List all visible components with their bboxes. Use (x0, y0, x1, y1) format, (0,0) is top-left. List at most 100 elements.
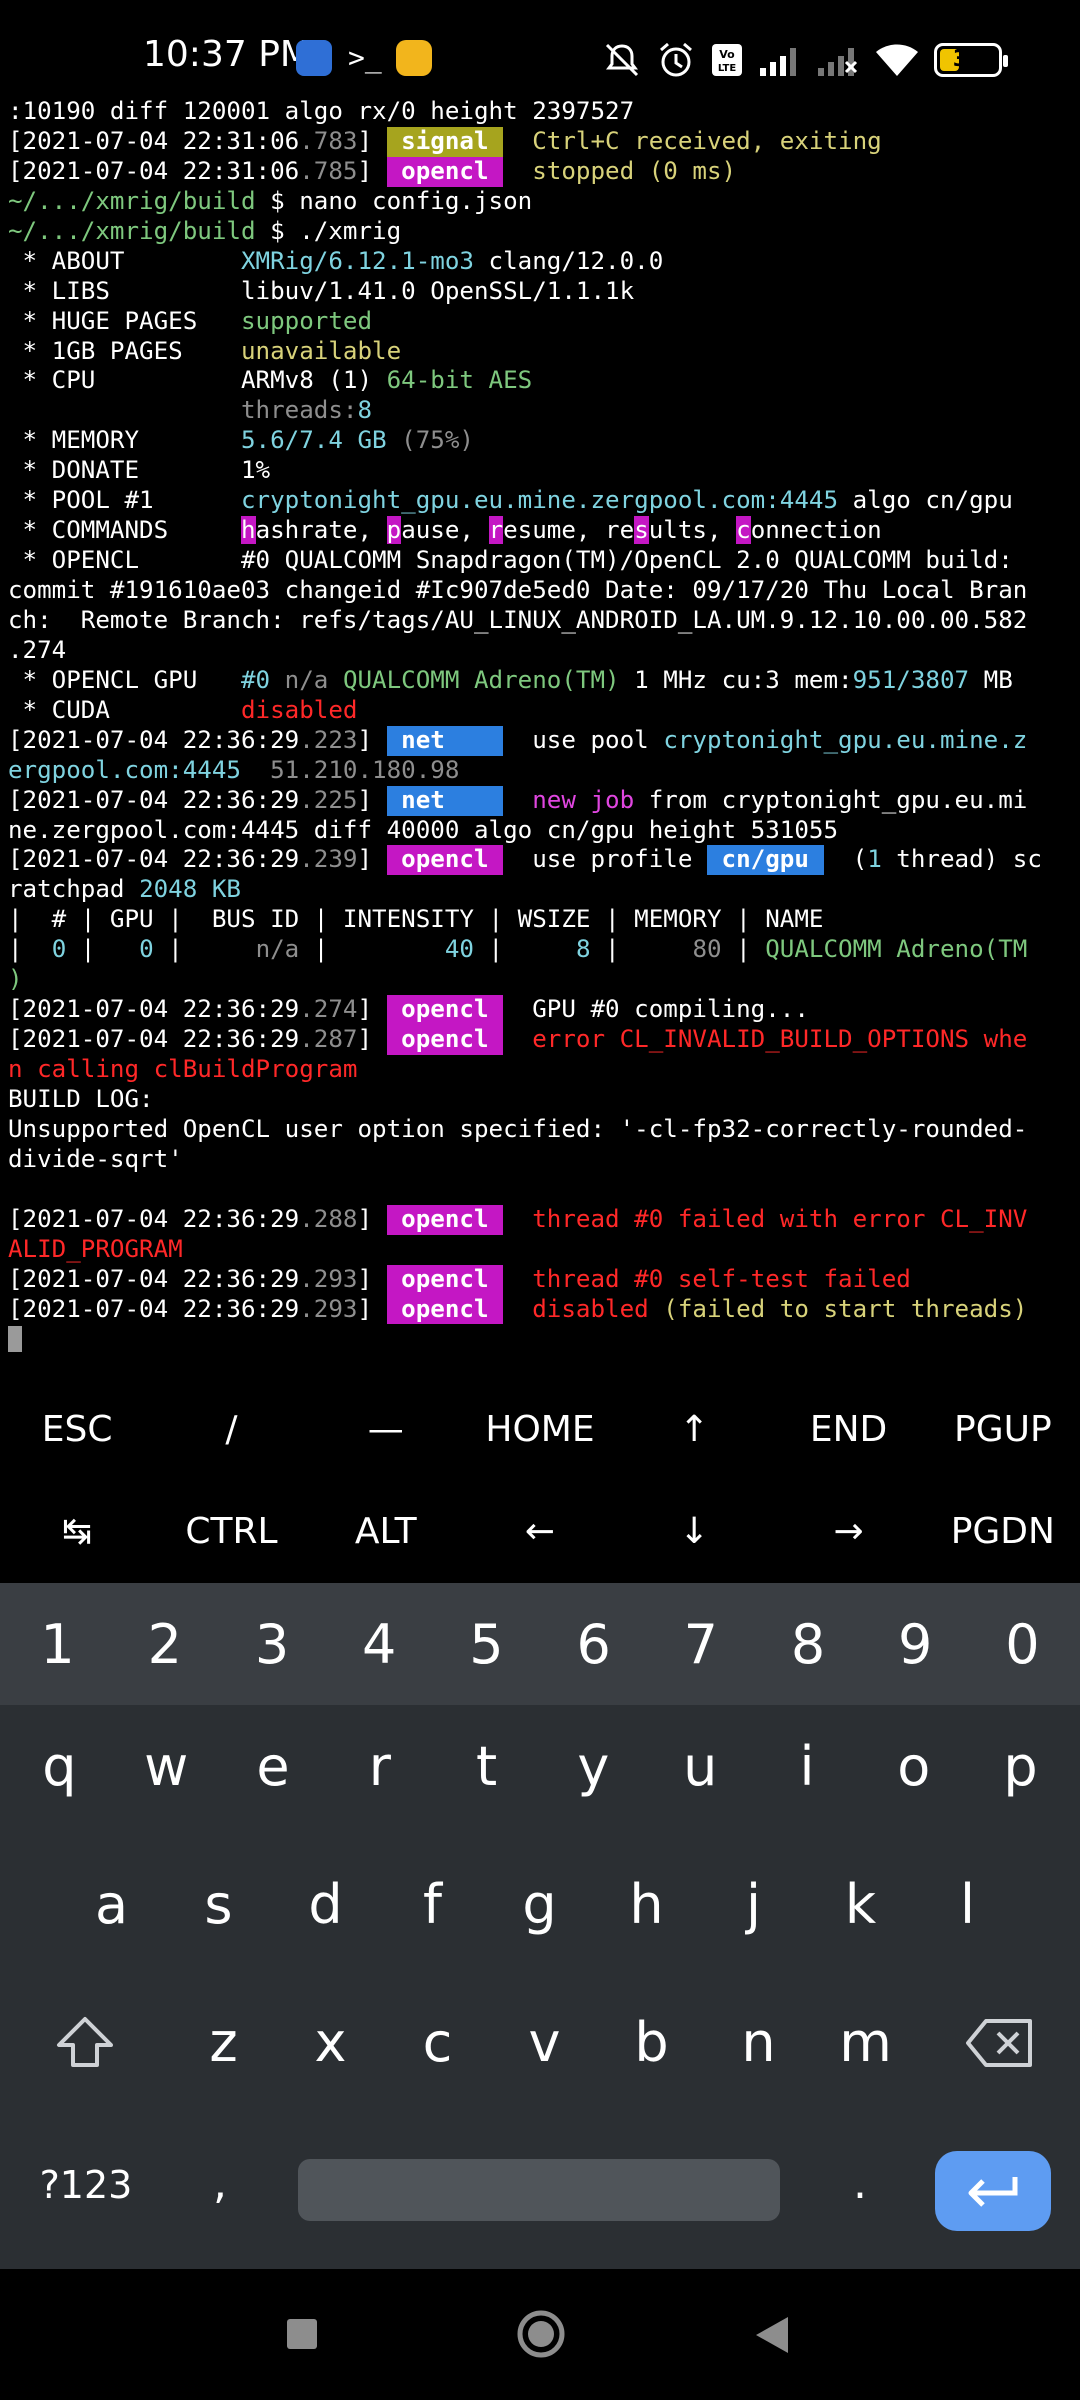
terminal-text: mem: (779, 665, 853, 694)
key-a[interactable]: a (58, 1873, 165, 1936)
back-icon[interactable] (752, 2313, 792, 2357)
terminal-output[interactable]: :10190 diff 120001 algo rx/0 height 2397… (8, 97, 1078, 1367)
space-key[interactable] (298, 2159, 780, 2221)
terminal-text: thread #0 self-test failed (503, 1264, 911, 1293)
terminal-text: ] (357, 1294, 387, 1323)
key-2[interactable]: 2 (111, 1613, 218, 1676)
terminal-text: n/a (255, 935, 300, 964)
key-l[interactable]: l (914, 1873, 1021, 1936)
key-f[interactable]: f (379, 1873, 486, 1936)
key-z[interactable]: z (170, 2011, 277, 2074)
home-key[interactable]: HOME (463, 1409, 617, 1450)
symbols-key[interactable]: ?123 (26, 2163, 146, 2207)
terminal-text: p (386, 516, 402, 545)
terminal-line: [2021-07-04 22:36:29.293] opencl thread … (8, 1264, 1078, 1295)
slash-key[interactable]: / (154, 1409, 308, 1450)
shift-key[interactable] (0, 2013, 170, 2073)
key-d[interactable]: d (272, 1873, 379, 1936)
terminal-line: [2021-07-04 22:36:29.288] opencl thread … (8, 1204, 1078, 1235)
terminal-text: opencl (386, 156, 504, 187)
pgdn-key[interactable]: PGDN (926, 1511, 1080, 1552)
key-8[interactable]: 8 (754, 1613, 861, 1676)
terminal-line: | # | GPU | BUS ID | INTENSITY | WSIZE |… (8, 905, 1078, 935)
terminal-text: ~/.../xmrig/build (8, 216, 256, 245)
key-4[interactable]: 4 (326, 1613, 433, 1676)
key-5[interactable]: 5 (433, 1613, 540, 1676)
terminal-text: CL_INV (940, 1204, 1028, 1233)
terminal-text: 64-bit AES (386, 366, 533, 395)
key-b[interactable]: b (598, 2011, 705, 2074)
terminal-text: threads: (241, 396, 358, 425)
terminal-text: 80 (692, 935, 722, 964)
terminal-text: #0 QUALCOMM Snapdragon(TM)/OpenCL 2.0 QU… (241, 546, 1013, 575)
terminal-text: opencl (386, 1204, 504, 1235)
terminal-text: [2021-07-04 22:36:29 (8, 725, 300, 754)
tab-key[interactable]: ↹ (0, 1511, 154, 1552)
key-x[interactable]: x (277, 2011, 384, 2074)
key-1[interactable]: 1 (4, 1613, 111, 1676)
backspace-icon (966, 2018, 1032, 2067)
terminal-text: XMRig/6.12.1-mo3 (241, 246, 474, 275)
key-0[interactable]: 0 (969, 1613, 1076, 1676)
terminal-text: opencl (386, 1025, 504, 1055)
recents-icon[interactable] (285, 2317, 319, 2351)
esc-key[interactable]: ESC (0, 1409, 154, 1450)
key-i[interactable]: i (754, 1735, 861, 1798)
key-r[interactable]: r (326, 1735, 433, 1798)
terminal-line: ~/.../xmrig/build $ ./xmrig (8, 217, 1078, 247)
terminal-text: Ctrl+C received, exiting (532, 126, 882, 155)
terminal-text: ] (357, 845, 387, 874)
key-s[interactable]: s (165, 1873, 272, 1936)
key-w[interactable]: w (113, 1735, 220, 1798)
terminal-text: [2021-07-04 22:36:29 (8, 1025, 300, 1054)
terminal-text: * HUGE PAGES (8, 306, 241, 335)
key-e[interactable]: e (220, 1735, 327, 1798)
ctrl-key[interactable]: CTRL (154, 1511, 308, 1552)
pgup-key[interactable]: PGUP (926, 1409, 1080, 1450)
backspace-key[interactable] (920, 2015, 1080, 2071)
terminal-text: ch: Remote Branch: refs/tags/AU_LINUX_AN… (8, 605, 1028, 634)
period-key[interactable]: . (810, 2158, 910, 2209)
left-arrow-key[interactable]: ← (463, 1511, 617, 1552)
key-c[interactable]: c (384, 2011, 491, 2074)
up-arrow-key[interactable]: ↑ (617, 1409, 771, 1450)
key-n[interactable]: n (705, 2011, 812, 2074)
terminal-text: 0 (51, 935, 67, 964)
key-k[interactable]: k (807, 1873, 914, 1936)
key-o[interactable]: o (860, 1735, 967, 1798)
terminal-text: * LIBS (8, 276, 241, 305)
terminal-text: [2021-07-04 22:36:29 (8, 995, 300, 1024)
terminal-text: .288 (299, 1204, 358, 1233)
key-y[interactable]: y (540, 1735, 647, 1798)
home-icon[interactable] (516, 2309, 566, 2359)
key-j[interactable]: j (700, 1873, 807, 1936)
key-p[interactable]: p (967, 1735, 1074, 1798)
terminal-text: * OPENCL (8, 546, 241, 575)
terminal-text: QUALCOMM Adreno(TM) (342, 665, 620, 694)
terminal-text: unavailable (241, 336, 402, 365)
enter-key[interactable] (935, 2151, 1051, 2231)
key-t[interactable]: t (433, 1735, 540, 1798)
terminal-text: | # | GPU | BUS ID | INTENSITY | WSIZE |… (8, 905, 824, 934)
key-m[interactable]: m (812, 2011, 919, 2074)
terminal-text: * ABOUT (8, 246, 241, 275)
key-q[interactable]: q (6, 1735, 113, 1798)
comma-key[interactable]: , (170, 2158, 270, 2209)
terminal-line: BUILD LOG: (8, 1085, 1078, 1115)
down-arrow-key[interactable]: ↓ (617, 1511, 771, 1552)
key-6[interactable]: 6 (540, 1613, 647, 1676)
dash-key[interactable]: — (309, 1409, 463, 1450)
terminal-text: .274 (299, 995, 358, 1024)
key-9[interactable]: 9 (862, 1613, 969, 1676)
key-u[interactable]: u (647, 1735, 754, 1798)
alt-key[interactable]: ALT (309, 1511, 463, 1552)
key-3[interactable]: 3 (218, 1613, 325, 1676)
end-key[interactable]: END (771, 1409, 925, 1450)
key-g[interactable]: g (486, 1873, 593, 1936)
key-v[interactable]: v (491, 2011, 598, 2074)
key-h[interactable]: h (593, 1873, 700, 1936)
right-arrow-key[interactable]: → (771, 1511, 925, 1552)
key-7[interactable]: 7 (647, 1613, 754, 1676)
terminal-text: 5.6/7.4 (241, 426, 343, 455)
